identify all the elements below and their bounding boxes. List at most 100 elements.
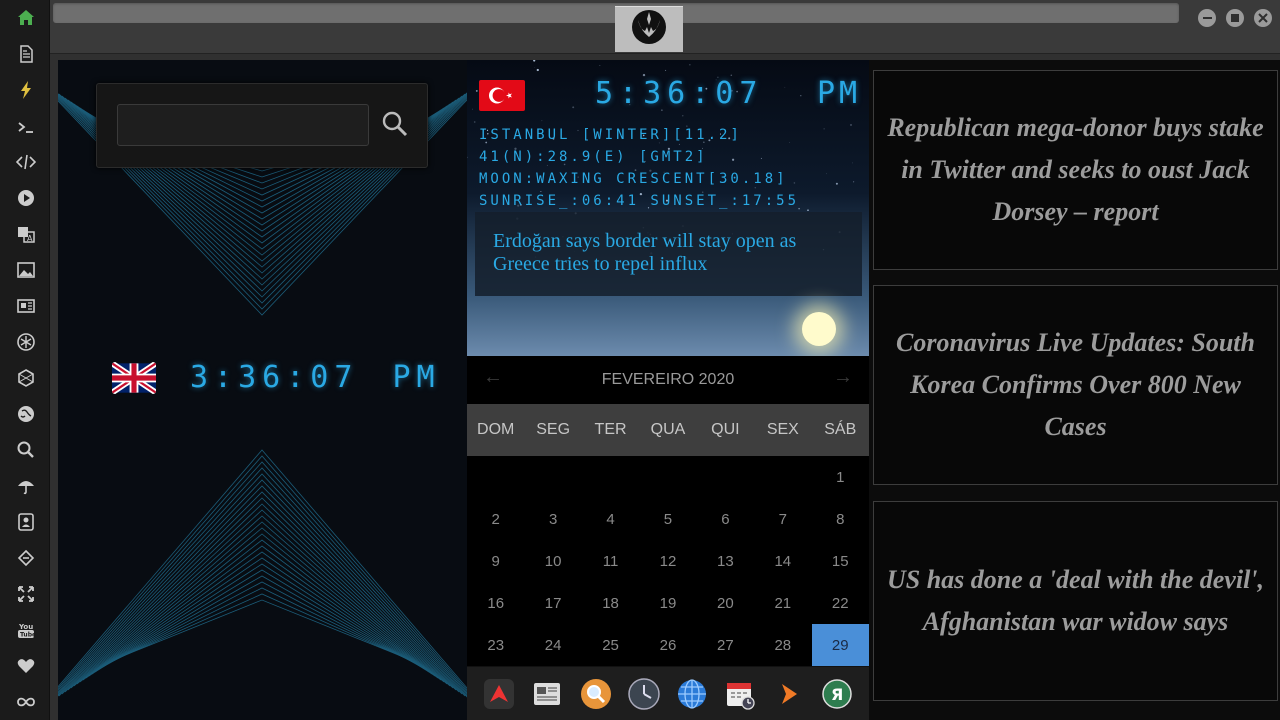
calendar-day[interactable]: 8 <box>812 498 869 540</box>
moon-line: MOON:WAXING CRESCENT[30.18] <box>479 171 788 187</box>
dock-play-icon[interactable] <box>772 677 806 711</box>
star <box>665 69 667 71</box>
calendar-day[interactable]: 14 <box>754 540 811 582</box>
lightning-icon[interactable] <box>13 77 39 103</box>
news-card[interactable]: Republican mega-donor buys stake in Twit… <box>873 70 1278 270</box>
calendar-day[interactable]: 11 <box>582 540 639 582</box>
search-icon[interactable] <box>13 437 39 463</box>
code-icon[interactable] <box>13 149 39 175</box>
link-icon[interactable] <box>13 545 39 571</box>
umbrella-icon[interactable] <box>13 473 39 499</box>
dock-news-icon[interactable] <box>530 677 564 711</box>
terminal-icon[interactable] <box>13 114 39 140</box>
search-button[interactable] <box>379 108 411 140</box>
star <box>823 128 825 130</box>
active-tab[interactable] <box>615 6 683 52</box>
play-icon[interactable] <box>13 185 39 211</box>
calendar-day[interactable]: 5 <box>639 498 696 540</box>
calendar-empty-cell <box>639 456 696 498</box>
calendar-day[interactable]: 6 <box>697 498 754 540</box>
star <box>467 156 468 159</box>
city-season-line: ISTANBUL [WINTER][11.2] <box>479 127 742 143</box>
star <box>572 106 575 109</box>
calendar-day[interactable]: 15 <box>812 540 869 582</box>
document-icon[interactable] <box>13 41 39 67</box>
weather-info: ISTANBUL [WINTER][11.2] 41(N):28.9(E) [G… <box>479 124 799 212</box>
calendar-day[interactable]: 24 <box>524 624 581 666</box>
calendar-day[interactable]: 16 <box>467 582 524 624</box>
coordinates-line: 41(N):28.9(E) [GMT2] <box>479 149 708 165</box>
globe-icon[interactable] <box>13 401 39 427</box>
translate-icon[interactable]: A <box>13 221 39 247</box>
calendar-day[interactable]: 20 <box>697 582 754 624</box>
calendar-empty-cell <box>582 456 639 498</box>
calendar: ← FEVEREIRO 2020 → DOM SEG TER QUA QUI S… <box>467 356 869 666</box>
calendar-day[interactable]: 3 <box>524 498 581 540</box>
calendar-day[interactable]: 27 <box>697 624 754 666</box>
calendar-day[interactable]: 9 <box>467 540 524 582</box>
calendar-day[interactable]: 29 <box>811 624 869 666</box>
calendar-day[interactable]: 7 <box>754 498 811 540</box>
infinity-icon[interactable] <box>13 689 39 715</box>
weekday-header: DOM SEG TER QUA QUI SEX SÁB <box>467 404 869 456</box>
rebel-logo-icon <box>632 10 666 44</box>
decor-line <box>70 515 454 689</box>
calendar-day[interactable]: 22 <box>812 582 869 624</box>
contacts-icon[interactable] <box>13 509 39 535</box>
calendar-day[interactable]: 21 <box>754 582 811 624</box>
calendar-day[interactable]: 1 <box>812 456 869 498</box>
news-card[interactable]: Coronavirus Live Updates: South Korea Co… <box>873 285 1278 485</box>
decor-line <box>82 539 442 681</box>
sun-times-line: SUNRISE_:06:41 SUNSET_:17:55 <box>479 193 800 209</box>
calendar-day[interactable]: 12 <box>639 540 696 582</box>
weekday-label: SEG <box>536 421 571 438</box>
local-headline[interactable]: Erdoğan says border will stay open as Gr… <box>475 212 862 296</box>
calendar-day[interactable]: 17 <box>524 582 581 624</box>
heart-icon[interactable] <box>13 653 39 679</box>
star <box>826 173 827 175</box>
calendar-day[interactable]: 4 <box>582 498 639 540</box>
image-icon[interactable] <box>13 257 39 283</box>
decor-line <box>58 449 467 689</box>
maximize-button[interactable] <box>1226 9 1244 27</box>
decor-line <box>58 479 467 697</box>
calendar-day[interactable]: 10 <box>524 540 581 582</box>
calendar-empty-cell <box>754 456 811 498</box>
calendar-day[interactable]: 18 <box>582 582 639 624</box>
dock-clock-icon[interactable] <box>627 677 661 711</box>
hexagon-icon[interactable] <box>13 365 39 391</box>
calendar-week: 1 <box>467 456 869 498</box>
star <box>534 67 536 68</box>
dock-yandex-icon[interactable]: Я <box>820 677 854 711</box>
news-card[interactable]: US has done a 'deal with the devil', Afg… <box>873 501 1278 701</box>
newspaper-icon[interactable] <box>13 293 39 319</box>
calendar-day[interactable]: 13 <box>697 540 754 582</box>
decor-line <box>106 587 418 665</box>
rebel-icon[interactable] <box>13 329 39 355</box>
calendar-day[interactable]: 25 <box>582 624 639 666</box>
decor-line <box>112 599 412 661</box>
calendar-day[interactable]: 26 <box>639 624 696 666</box>
calendar-day[interactable]: 19 <box>639 582 696 624</box>
dock-app-red-icon[interactable] <box>482 677 516 711</box>
dock-search-icon[interactable] <box>579 677 613 711</box>
fullscreen-icon[interactable] <box>13 581 39 607</box>
svg-text:Я: Я <box>831 685 843 704</box>
minimize-button[interactable] <box>1198 9 1216 27</box>
search-input[interactable] <box>117 104 369 146</box>
close-button[interactable] <box>1254 9 1272 27</box>
decor-line <box>85 545 439 679</box>
home-icon[interactable] <box>13 5 39 31</box>
calendar-day[interactable]: 23 <box>467 624 524 666</box>
calendar-day[interactable]: 28 <box>754 624 811 666</box>
istanbul-ampm: PM <box>817 76 862 111</box>
dock-calendar-icon[interactable] <box>723 677 757 711</box>
calendar-day[interactable]: 2 <box>467 498 524 540</box>
calendar-week: 16 17 18 19 20 21 22 <box>467 582 869 624</box>
calendar-grid: 1 2 3 4 5 6 7 8 9 10 11 12 13 14 15 16 17 18 19 20 21 22 23 24 2… <box>467 456 869 666</box>
prev-month-button[interactable]: ← <box>483 366 503 389</box>
calendar-empty-cell <box>467 456 524 498</box>
dock-globe-icon[interactable] <box>675 677 709 711</box>
next-month-button[interactable]: → <box>833 366 853 389</box>
youtube-icon[interactable]: You Tube <box>13 617 39 643</box>
